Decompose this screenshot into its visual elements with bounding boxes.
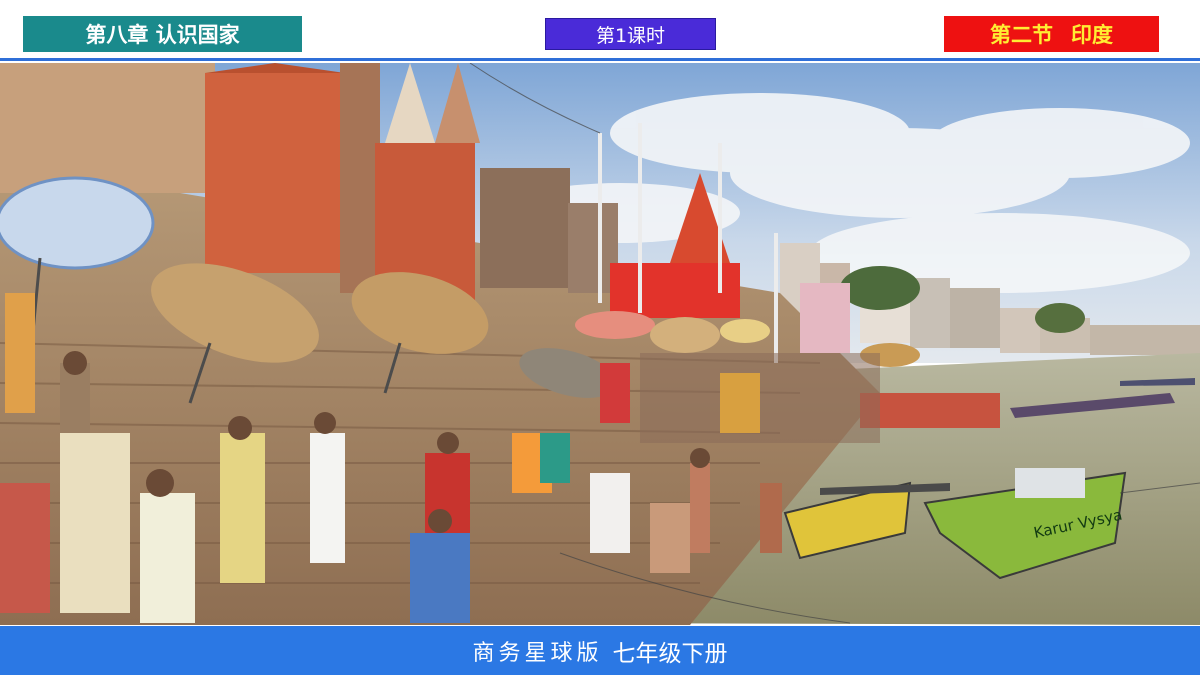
footer-bar: 商务星球版 七年级下册	[0, 626, 1200, 675]
lesson-label: 第1课时	[595, 24, 666, 47]
grade-label: 七年级下册	[612, 640, 728, 667]
section-name: 印度	[1071, 23, 1113, 47]
header-divider	[0, 58, 1200, 61]
section-badge: 第二节 印度	[944, 16, 1159, 52]
chapter-title: 第八章 认识国家	[85, 23, 240, 47]
publisher-label: 商务星球版	[472, 640, 603, 666]
ghat-photo: Karur Vysya	[0, 63, 1200, 625]
section-number: 第二节	[990, 23, 1053, 47]
chapter-badge: 第八章 认识国家	[23, 16, 302, 52]
ghat-scene: Karur Vysya	[0, 63, 1200, 625]
lesson-badge: 第1课时	[545, 18, 716, 50]
